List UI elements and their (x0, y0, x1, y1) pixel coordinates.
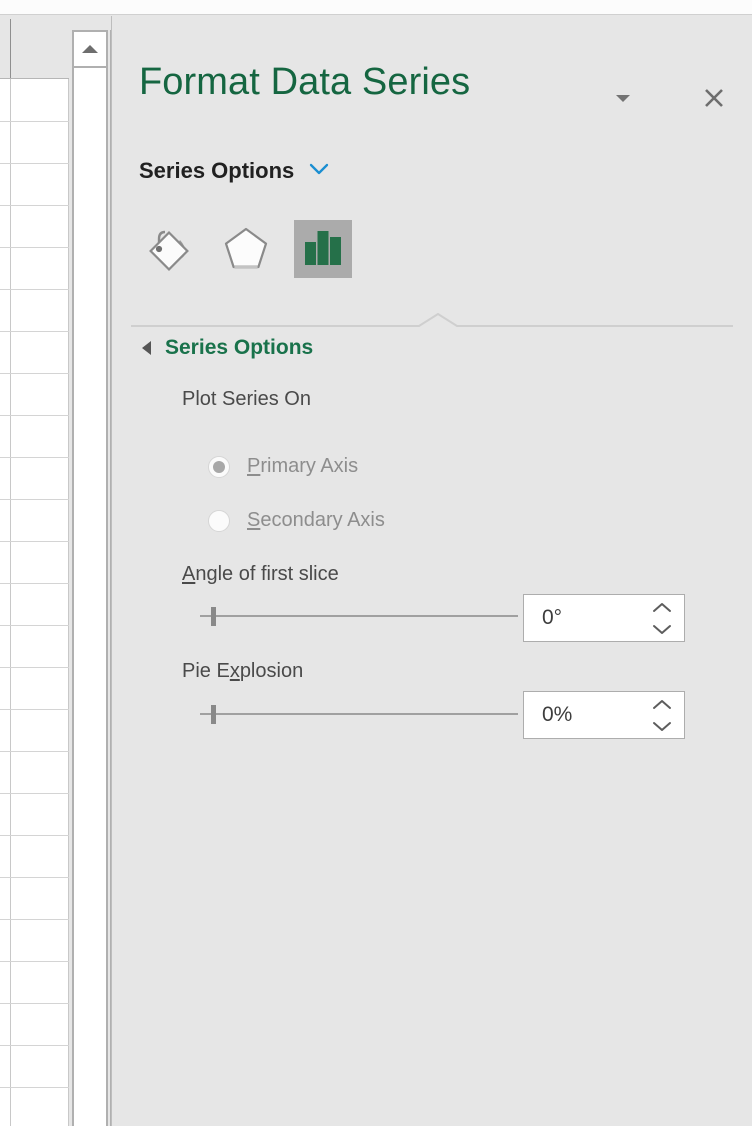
pie-explosion-label: Pie Explosion (182, 660, 303, 683)
slider-thumb[interactable] (211, 705, 216, 724)
tab-effects[interactable] (217, 220, 275, 278)
chevron-up-icon (646, 597, 678, 619)
angle-spin-down-button[interactable] (646, 618, 678, 640)
grid-row-line (0, 205, 69, 206)
grid-row-line (0, 415, 69, 416)
grid-row-line (0, 751, 69, 752)
header-divider (10, 19, 11, 78)
grid-row-line (0, 793, 69, 794)
slider-thumb[interactable] (211, 607, 216, 626)
grid-row-line (0, 667, 69, 668)
grid-column-line (68, 79, 69, 1126)
cell-grid[interactable] (0, 78, 69, 1126)
pane-tab-strip (139, 206, 439, 298)
grid-row-line (0, 289, 69, 290)
close-button[interactable] (696, 80, 732, 116)
pie-explosion-slider[interactable] (200, 701, 518, 727)
angle-spin-up-button[interactable] (646, 597, 678, 619)
vertical-scrollbar[interactable] (72, 30, 108, 1126)
series-options-subsection-header[interactable]: Series Options (142, 336, 313, 360)
radio-mark-selected-icon (208, 456, 230, 478)
triangle-up-icon (82, 45, 98, 53)
tab-underline-separator (131, 313, 733, 327)
series-options-heading: Series Options (165, 336, 313, 360)
grid-row-line (0, 709, 69, 710)
series-options-bar-chart-icon (294, 220, 352, 278)
close-icon (703, 87, 725, 109)
scroll-up-button[interactable] (72, 30, 108, 68)
grid-row-line (0, 541, 69, 542)
chevron-up-icon (646, 694, 678, 716)
section-header-label: Series Options (139, 158, 294, 184)
grid-row-line (0, 583, 69, 584)
grid-row-line (0, 499, 69, 500)
chevron-down-icon (308, 161, 330, 182)
plot-series-on-label: Plot Series On (182, 388, 311, 411)
radio-secondary-axis-label: Secondary Axis (247, 509, 385, 532)
grid-row-line (0, 373, 69, 374)
pie-explosion-spinner[interactable]: 0% (523, 691, 685, 739)
chevron-down-icon (646, 618, 678, 640)
angle-of-first-slice-label: Angle of first slice (182, 563, 339, 586)
series-options-section-header[interactable]: Series Options (139, 158, 330, 184)
angle-of-first-slice-slider[interactable] (200, 603, 518, 629)
pane-options-menu-button[interactable] (605, 80, 641, 116)
angle-of-first-slice-spinner[interactable]: 0° (523, 594, 685, 642)
chevron-down-icon (616, 95, 630, 102)
grid-row-line (0, 835, 69, 836)
column-header-row (0, 16, 69, 78)
scrollbar-track[interactable] (72, 30, 108, 1126)
explosion-spin-down-button[interactable] (646, 715, 678, 737)
triangle-collapse-icon (142, 341, 151, 355)
grid-row-line (0, 1003, 69, 1004)
pie-explosion-value[interactable]: 0% (542, 702, 572, 728)
explosion-spin-up-button[interactable] (646, 694, 678, 716)
effects-pentagon-icon (217, 220, 275, 278)
fill-and-line-icon (140, 220, 198, 278)
grid-column-line (10, 79, 11, 1126)
slider-track[interactable] (200, 615, 518, 617)
tab-fill-and-line[interactable] (140, 220, 198, 278)
grid-row-line (0, 1045, 69, 1046)
grid-row-line (0, 247, 69, 248)
page-title: Format Data Series (139, 61, 470, 104)
grid-row-line (0, 877, 69, 878)
format-data-series-pane: Format Data Series Series Options (112, 16, 752, 1126)
tab-series-options[interactable] (294, 220, 352, 278)
angle-of-first-slice-value[interactable]: 0° (542, 605, 562, 631)
grid-row-line (0, 331, 69, 332)
grid-row-line (0, 121, 69, 122)
radio-mark-unselected-icon (208, 510, 230, 532)
window-top-strip (0, 0, 752, 15)
grid-row-line (0, 163, 69, 164)
chevron-down-icon (646, 715, 678, 737)
grid-row-line (0, 919, 69, 920)
app-window: Format Data Series Series Options (0, 0, 752, 1126)
radio-primary-axis[interactable]: Primary Axis (208, 455, 358, 478)
grid-row-line (0, 1087, 69, 1088)
grid-row-line (0, 961, 69, 962)
grid-row-line (0, 625, 69, 626)
radio-secondary-axis[interactable]: Secondary Axis (208, 509, 385, 532)
grid-row-line (0, 457, 69, 458)
radio-primary-axis-label: Primary Axis (247, 455, 358, 478)
slider-track[interactable] (200, 713, 518, 715)
